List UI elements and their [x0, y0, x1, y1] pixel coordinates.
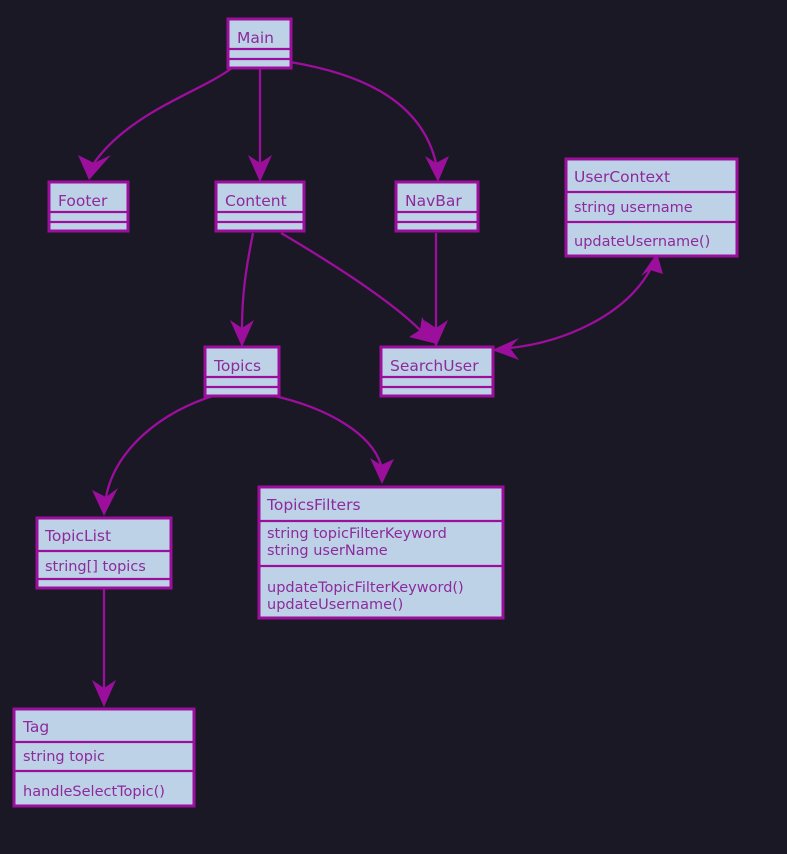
edge-main-to-navbar: [289, 60, 449, 182]
arrowhead-icon: [492, 338, 519, 360]
edge-line: [269, 393, 383, 466]
edge-line: [509, 269, 652, 350]
edge-topics-to-topiclist: [92, 393, 217, 516]
arrowhead-icon: [370, 458, 394, 484]
class-method-label: updateTopicFilterKeyword(): [267, 580, 464, 596]
arrowhead-icon: [92, 488, 118, 516]
class-name-label: Content: [225, 192, 287, 210]
class-name-label: Main: [237, 29, 274, 47]
class-box-content[interactable]: Content: [214, 180, 306, 233]
class-box-topicsfilters[interactable]: TopicsFilters string topicFilterKeyword …: [257, 485, 505, 620]
class-box-tag[interactable]: Tag string topic handleSelectTopic(): [12, 707, 196, 808]
edge-line: [289, 60, 438, 164]
arrowhead-icon: [425, 156, 449, 182]
class-attribute-label: string topic: [23, 749, 105, 765]
class-method-label: handleSelectTopic(): [23, 784, 165, 800]
edge-main-to-footer: [78, 67, 233, 180]
edge-content-to-topics: [230, 232, 255, 347]
uml-class-diagram-canvas: Main Footer Content NavBar UserContext s…: [0, 0, 787, 854]
class-method-label: updateUsername(): [267, 597, 403, 613]
edge-searchuser-to-usercontext: [492, 253, 663, 360]
class-box-navbar[interactable]: NavBar: [394, 180, 480, 233]
edge-line: [93, 67, 233, 164]
class-name-label: TopicList: [44, 527, 111, 545]
class-box-topiclist[interactable]: TopicList string[] topics: [35, 516, 173, 590]
class-name-label: Topics: [213, 357, 261, 375]
class-box-searchuser[interactable]: SearchUser: [379, 345, 495, 398]
class-attribute-label: string userName: [267, 543, 388, 559]
arrowhead-icon: [78, 155, 111, 180]
class-attribute-label: string[] topics: [45, 559, 146, 575]
class-name-label: SearchUser: [390, 357, 479, 375]
class-name-label: Footer: [58, 192, 108, 210]
class-name-label: Tag: [22, 718, 49, 736]
class-method-label: updateUsername(): [574, 234, 710, 250]
edge-main-to-content: [248, 68, 272, 182]
class-box-usercontext[interactable]: UserContext string username updateUserna…: [564, 157, 739, 258]
class-name-label: UserContext: [574, 168, 670, 186]
class-box-topics[interactable]: Topics: [203, 345, 281, 398]
class-name-label: TopicsFilters: [266, 496, 361, 514]
edge-line: [104, 393, 217, 498]
edge-topics-to-topicsfilters: [269, 393, 394, 484]
edge-line: [280, 232, 421, 331]
class-attribute-label: string username: [574, 200, 693, 216]
class-box-main[interactable]: Main: [226, 17, 293, 70]
edge-line: [240, 232, 255, 329]
class-attribute-label: string topicFilterKeyword: [267, 526, 447, 542]
class-box-footer[interactable]: Footer: [47, 180, 130, 233]
class-name-label: NavBar: [405, 192, 462, 210]
edge-content-to-searchuser: [280, 232, 437, 344]
diagram-svg-surface: Main Footer Content NavBar UserContext s…: [12, 17, 739, 808]
edge-topiclist-to-tag: [92, 588, 116, 707]
